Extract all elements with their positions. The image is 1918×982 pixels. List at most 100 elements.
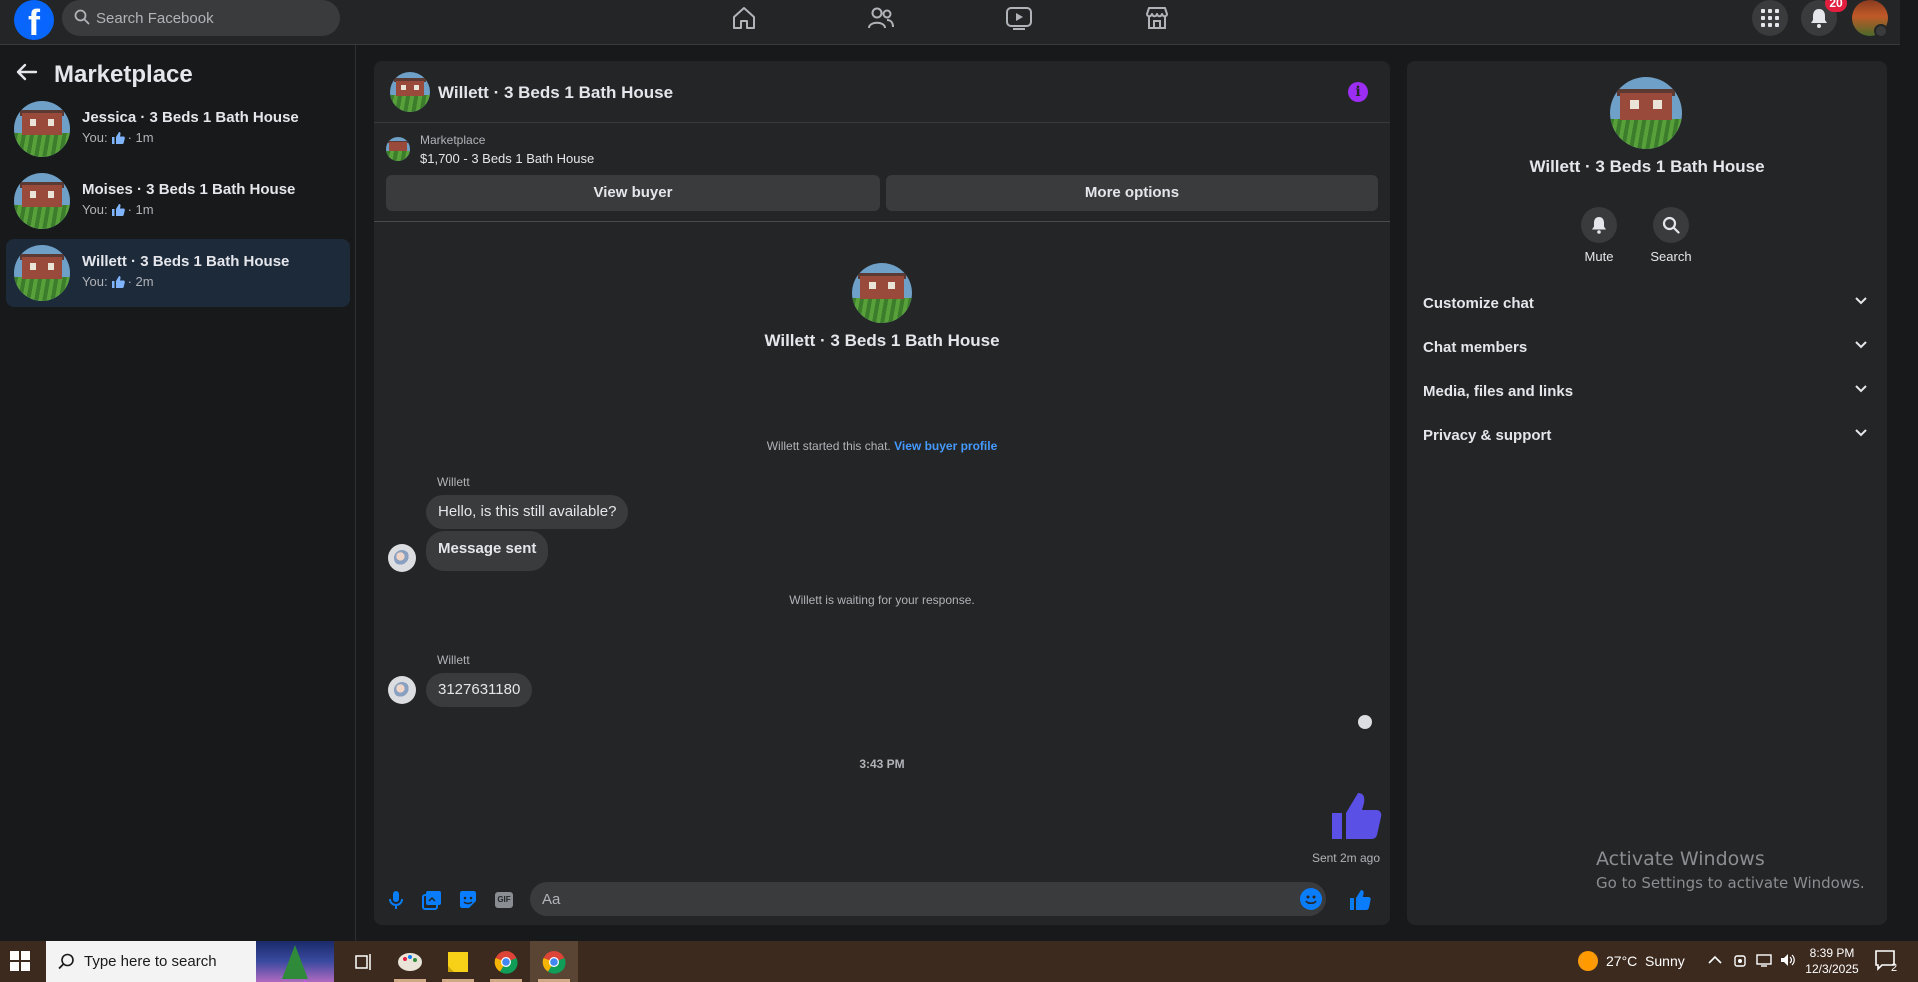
mute-label: Mute [1584, 249, 1614, 264]
taskbar-app-paint[interactable] [386, 941, 434, 982]
message-input[interactable] [542, 882, 1282, 916]
sender-avatar[interactable] [388, 676, 416, 704]
privacy-support-row[interactable]: Privacy & support [1423, 417, 1871, 453]
sticker-icon[interactable] [456, 888, 480, 912]
friends-icon[interactable] [866, 4, 896, 32]
message-bubble[interactable]: 3127631180 [426, 673, 533, 707]
watermark-line1: Activate Windows [1596, 848, 1765, 870]
search-input[interactable] [96, 0, 326, 36]
chevron-down-icon [1855, 297, 1867, 305]
home-icon[interactable] [729, 4, 759, 32]
message-composer: GIF [374, 875, 1390, 925]
windows-start-icon[interactable] [10, 951, 30, 976]
seen-indicator-avatar [1358, 715, 1372, 729]
network-icon[interactable] [1756, 953, 1772, 970]
row-label: Media, files and links [1423, 383, 1574, 400]
bell-icon [1581, 207, 1617, 243]
thumbs-up-icon [111, 275, 125, 288]
message-bubble[interactable]: Hello, is this still available? [426, 495, 629, 529]
conversation-item-willett[interactable]: Willett · 3 Beds 1 Bath House You: · 2m [6, 239, 350, 307]
chat-intro-title: Willett · 3 Beds 1 Bath House [764, 331, 1000, 350]
view-buyer-profile-link[interactable]: View buyer profile [894, 439, 997, 453]
facebook-logo[interactable]: f [14, 0, 54, 40]
more-options-button[interactable]: More options [886, 175, 1378, 211]
chat-intro-avatar [852, 263, 912, 323]
customize-chat-row[interactable]: Customize chat [1423, 285, 1871, 321]
sent-status: Sent 2m ago [1311, 851, 1380, 865]
mute-button[interactable]: Mute [1569, 207, 1629, 264]
watermark-line2: Go to Settings to activate Windows. [1596, 874, 1865, 892]
like-button-icon[interactable] [1348, 888, 1372, 912]
taskbar-app-chrome[interactable] [482, 941, 530, 982]
microphone-icon[interactable] [384, 888, 408, 912]
marketplace-icon[interactable] [1142, 4, 1172, 32]
chevron-down-icon [1855, 341, 1867, 349]
preview-prefix: You: [82, 202, 108, 217]
preview-prefix: You: [82, 130, 108, 145]
chat-title[interactable]: Willett · 3 Beds 1 Bath House [438, 83, 673, 103]
preview-time: · 2m [127, 274, 154, 289]
facebook-search[interactable] [62, 0, 340, 36]
row-label: Chat members [1423, 339, 1528, 356]
gif-icon[interactable]: GIF [492, 888, 516, 912]
top-navigation-bar: f 20 [0, 0, 1900, 45]
conversation-item-jessica[interactable]: Jessica · 3 Beds 1 Bath House You: · 1m [6, 95, 350, 163]
message-bubble[interactable]: Message sent [426, 531, 549, 571]
volume-icon[interactable] [1780, 953, 1796, 970]
page-scrollbar[interactable] [1900, 0, 1918, 941]
listing-thumbnail [14, 173, 70, 229]
preview-time: · 1m [127, 202, 154, 217]
task-view-icon[interactable] [340, 941, 388, 982]
conversation-item-moises[interactable]: Moises · 3 Beds 1 Bath House You: · 1m [6, 167, 350, 235]
chat-members-row[interactable]: Chat members [1423, 329, 1871, 365]
notification-badge: 20 [1825, 0, 1847, 12]
preview-time: · 1m [127, 130, 154, 145]
taskbar-app-sticky-notes[interactable] [434, 941, 482, 982]
time-separator: 3:43 PM [859, 757, 905, 771]
chat-avatar[interactable] [390, 72, 430, 112]
chat-panel: Willett · 3 Beds 1 Bath House i Marketpl… [374, 61, 1390, 925]
view-buyer-button[interactable]: View buyer [386, 175, 880, 211]
chat-started-notice: Willett started this chat. View buyer pr… [374, 439, 1390, 453]
info-icon[interactable]: i [1348, 82, 1368, 102]
conversation-name: Moises · 3 Beds 1 Bath House [82, 181, 296, 198]
action-center-icon[interactable]: 2 [1874, 949, 1900, 978]
photo-icon[interactable] [420, 888, 444, 912]
windows-taskbar: 27°C Sunny 8:39 PM 12/3/2025 2 [0, 941, 1918, 982]
chevron-up-icon[interactable] [1708, 953, 1722, 968]
listing-title: $1,700 - 3 Beds 1 Bath House [420, 151, 595, 166]
clock-date: 12/3/2025 [1805, 962, 1859, 976]
conversation-name: Willett · 3 Beds 1 Bath House [82, 253, 290, 270]
account-chevron-icon[interactable] [1874, 24, 1888, 38]
sent-like-icon[interactable] [1330, 791, 1382, 846]
row-label: Privacy & support [1423, 427, 1552, 444]
chat-header: Willett · 3 Beds 1 Bath House i [374, 61, 1390, 123]
info-avatar [1610, 77, 1682, 149]
search-icon [74, 9, 90, 30]
taskbar-app-chrome-active[interactable] [530, 941, 578, 982]
taskbar-clock[interactable]: 8:39 PM 12/3/2025 [1800, 945, 1864, 977]
back-arrow-icon[interactable] [16, 63, 38, 86]
emoji-icon[interactable] [1300, 888, 1322, 910]
watch-icon[interactable] [1004, 4, 1034, 32]
taskbar-search[interactable] [46, 941, 334, 982]
media-files-links-row[interactable]: Media, files and links [1423, 373, 1871, 409]
waiting-notice: Willett is waiting for your response. [789, 593, 975, 607]
listing-source: Marketplace [420, 133, 486, 147]
weather-widget[interactable]: 27°C Sunny [1578, 951, 1685, 971]
listing-thumbnail [14, 245, 70, 301]
chat-info-panel: Willett · 3 Beds 1 Bath House Mute Searc… [1407, 61, 1887, 925]
search-conversation-button[interactable]: Search [1641, 207, 1701, 264]
menu-grid-icon[interactable] [1752, 0, 1788, 36]
conversation-preview: You: · 1m [82, 130, 154, 145]
preview-prefix: You: [82, 274, 108, 289]
action-center-count: 2 [1891, 962, 1897, 973]
thumbs-up-icon [111, 131, 125, 144]
message-input-field[interactable] [530, 882, 1326, 916]
listing-thumbnail [386, 137, 410, 161]
meet-icon[interactable] [1733, 953, 1747, 972]
info-title: Willett · 3 Beds 1 Bath House [1529, 157, 1765, 176]
taskbar-search-input[interactable] [84, 941, 264, 982]
sender-avatar[interactable] [388, 544, 416, 572]
gif-label: GIF [495, 892, 513, 908]
